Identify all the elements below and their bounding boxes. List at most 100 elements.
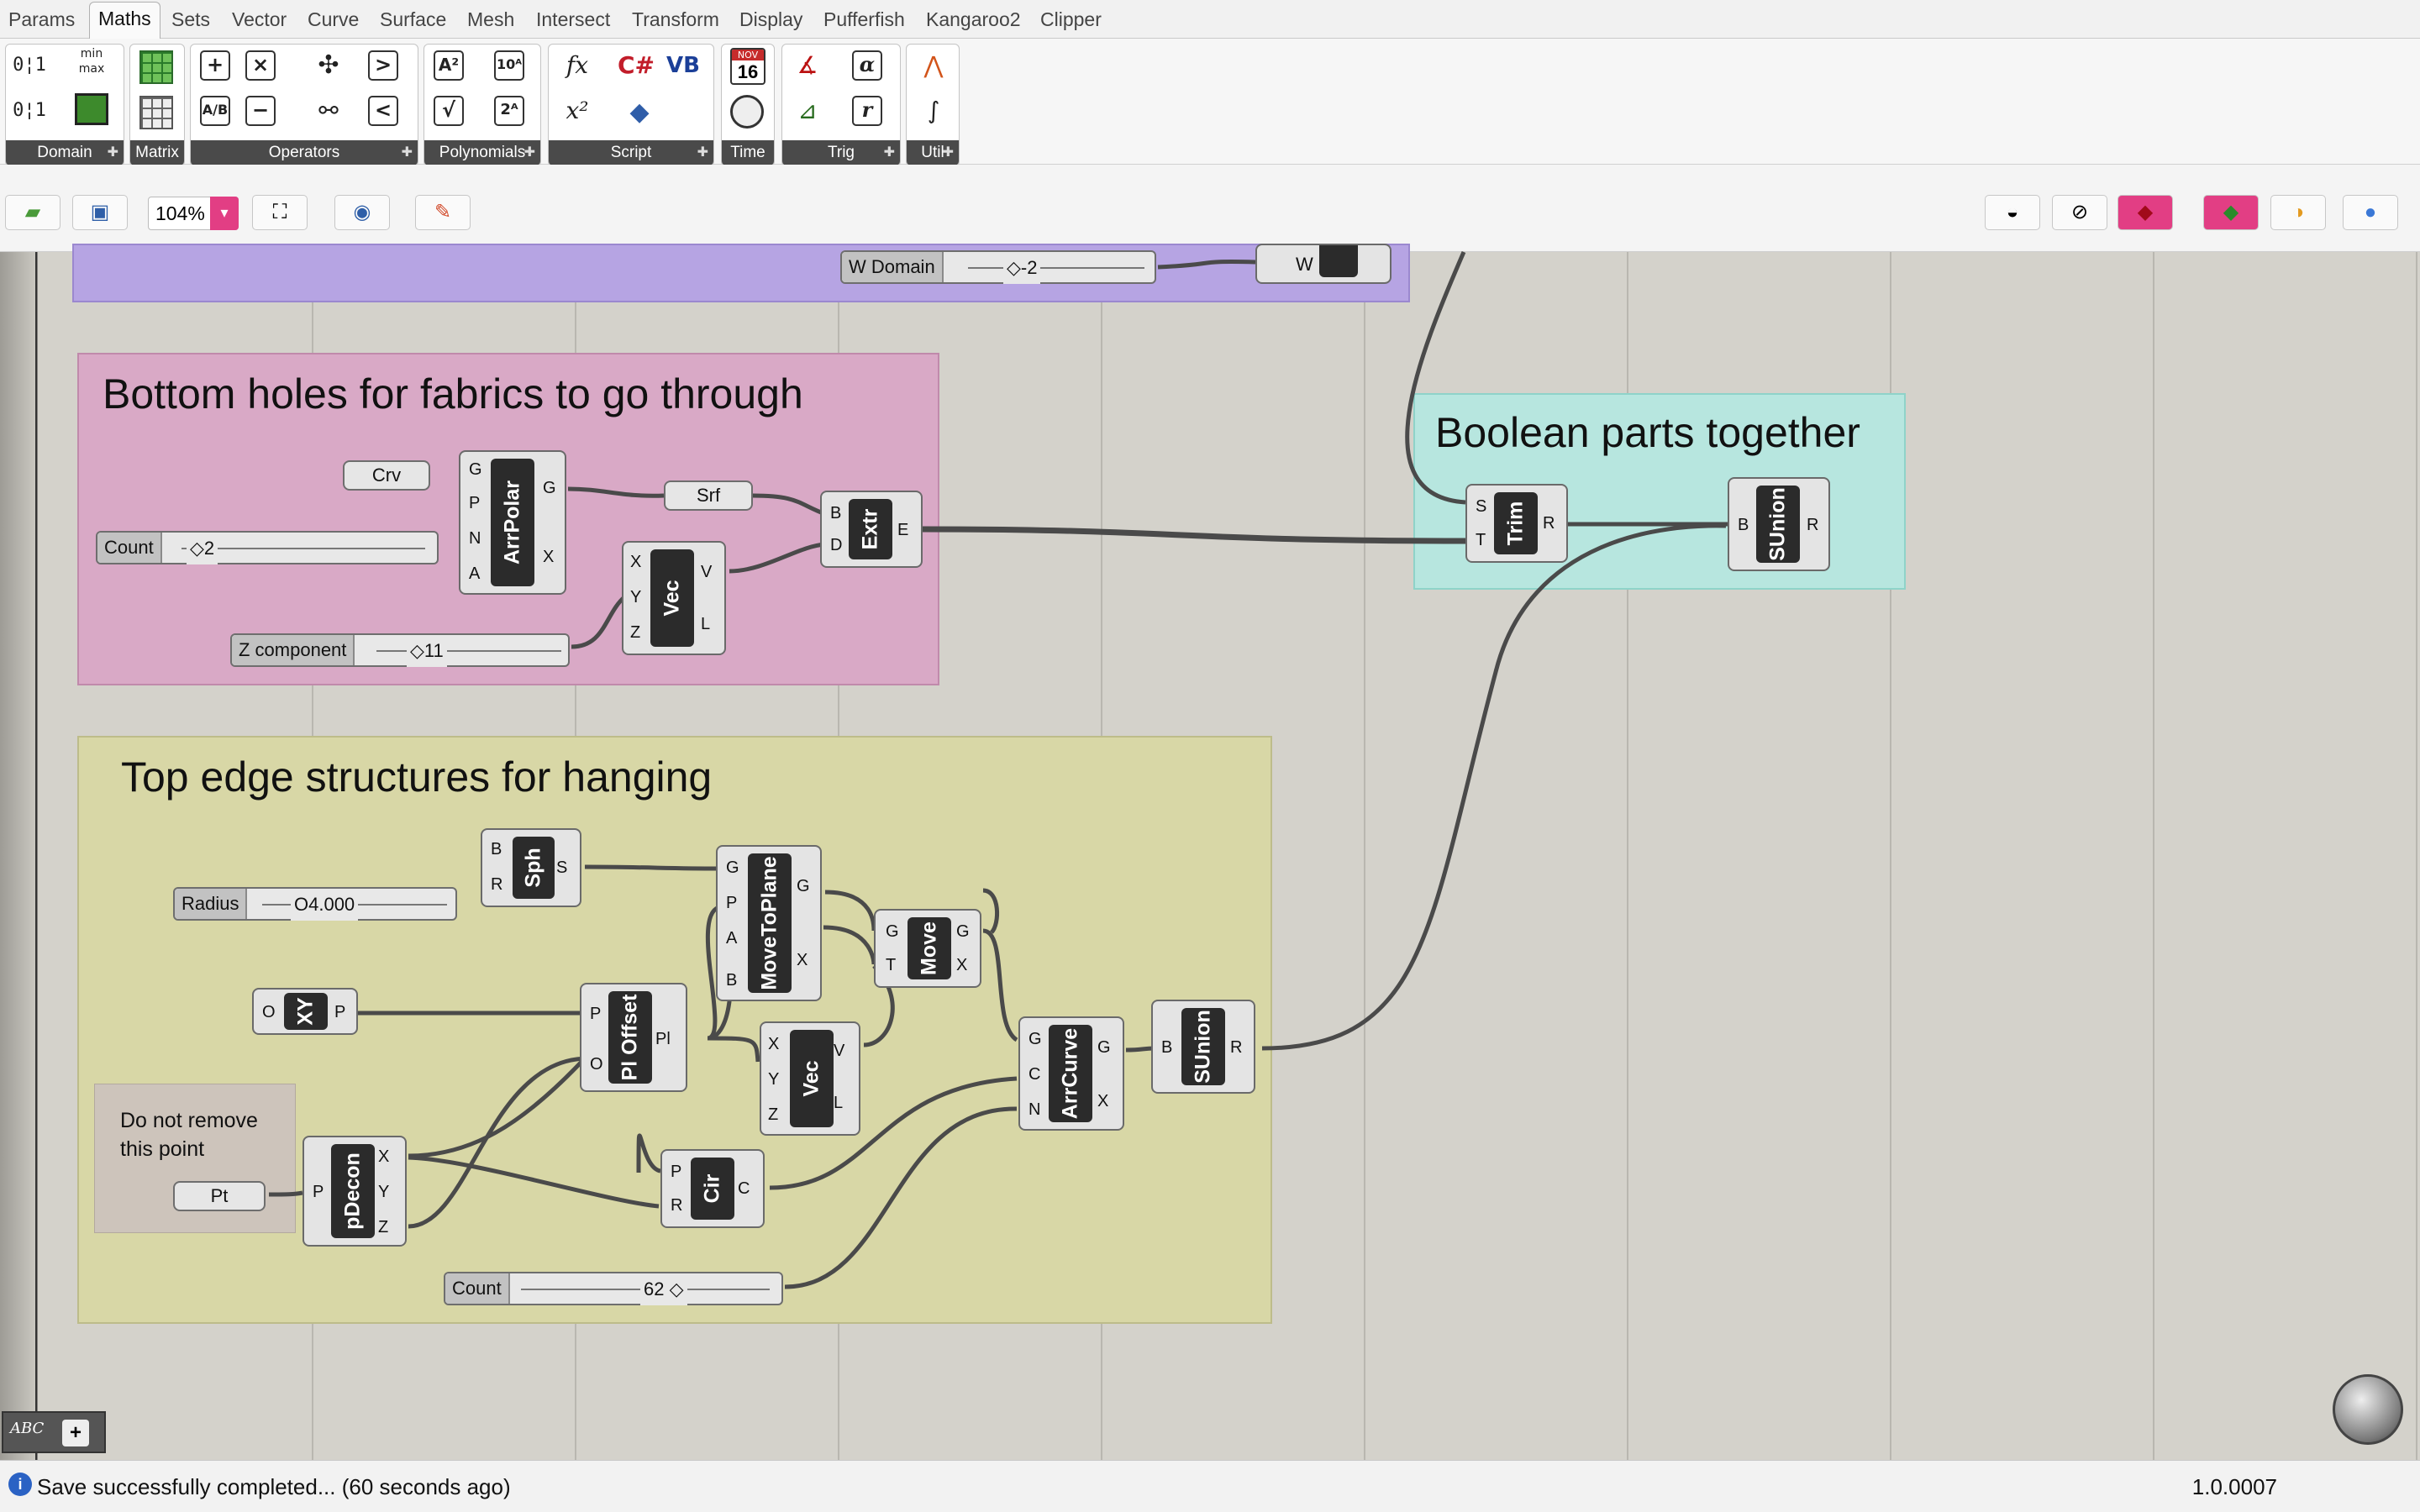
input-g[interactable]: G [469,460,482,480]
input-y[interactable]: Y [630,588,641,607]
document-preview-button[interactable]: ◑ [2270,195,2326,230]
input-b[interactable]: B [1161,1038,1172,1058]
calendar-icon[interactable]: NOV 16 [730,48,765,85]
open-file-button[interactable]: ▰ [5,195,60,230]
output-e[interactable]: E [897,521,908,540]
input-y[interactable]: Y [768,1070,779,1089]
gate-or-icon[interactable]: ⚯ [308,92,349,130]
output-pl[interactable]: Pl [655,1030,671,1049]
slider-track[interactable] [376,650,561,652]
input-p[interactable]: P [726,894,737,913]
input-r[interactable]: R [671,1196,682,1215]
output-x[interactable]: X [1097,1092,1108,1111]
larger-than-icon[interactable]: > [368,50,398,81]
gate-and-icon[interactable]: ✣ [308,46,349,85]
input-o[interactable]: O [262,1003,276,1022]
input-p[interactable]: P [313,1183,324,1202]
degrees-icon[interactable]: α [852,50,882,81]
vb-script-icon[interactable]: VB [663,46,703,85]
ribbon-group-label[interactable]: Domain ✚ [6,140,124,165]
bounds-icon[interactable]: min max [71,46,112,85]
z-component-slider[interactable]: Z component ◇11 [230,633,570,667]
subtraction-icon[interactable]: − [245,96,276,126]
zoom-dropdown-button[interactable]: ▾ [210,197,239,230]
output-r[interactable]: R [1807,516,1818,535]
input-c[interactable]: C [1028,1065,1040,1084]
radians-icon[interactable]: r [852,96,882,126]
movetoplane-component[interactable]: MoveToPlane G P A B G X [716,845,822,1001]
output-g[interactable]: G [797,877,810,896]
pdecon-component[interactable]: pDecon P X Y Z [302,1136,407,1247]
save-file-button[interactable]: ▣ [72,195,128,230]
slider-value[interactable]: 62 ◇ [640,1273,687,1305]
ribbon-group-label[interactable]: Trig ✚ [782,140,900,165]
slider-track[interactable] [968,267,1144,269]
power-icon[interactable]: A² [434,50,464,81]
tab-maths[interactable]: Maths [89,2,160,39]
output-x[interactable]: X [797,951,808,970]
input-a[interactable]: A [469,564,480,584]
arrcurve-component[interactable]: ArrCurve G C N G X [1018,1016,1124,1131]
tab-params[interactable]: Params [8,8,75,31]
matrix-icon[interactable] [139,50,173,84]
input-x[interactable]: X [768,1035,779,1054]
expand-icon[interactable]: ✚ [884,140,895,165]
square-root-icon[interactable]: √ [434,96,464,126]
output-x[interactable]: X [378,1147,389,1167]
output-x[interactable]: X [956,956,967,975]
tab-intersect[interactable]: Intersect [536,8,610,31]
plane-offset-component[interactable]: Pl Offset P O Pl [580,983,687,1092]
navigation-dial-icon[interactable] [2333,1374,2403,1445]
output-x[interactable]: X [543,548,554,567]
tab-vector[interactable]: Vector [232,8,287,31]
slider-track[interactable] [182,548,425,549]
preview-selected-button[interactable]: ◆ [2203,195,2259,230]
input-b[interactable]: B [830,504,841,523]
input-z[interactable]: Z [630,623,640,643]
domain-icon[interactable]: 0¦1 [9,46,50,85]
input-p[interactable]: P [671,1163,681,1182]
w-domain-slider[interactable]: W Domain ◇-2 [840,250,1156,284]
radius-slider[interactable]: Radius O4.000 [173,887,457,921]
vec-component-2[interactable]: Vec X Y Z V L [760,1021,860,1136]
count-slider[interactable]: Count ◇2 [96,531,439,564]
ribbon-group-label[interactable]: Operators ✚ [191,140,418,165]
output-g[interactable]: G [543,479,556,498]
mesh-quality-button[interactable]: ● [2343,195,2398,230]
multiplication-icon[interactable]: × [245,50,276,81]
tab-pufferfish[interactable]: Pufferfish [823,8,905,31]
count-slider-2[interactable]: Count 62 ◇ [444,1272,783,1305]
tab-display[interactable]: Display [739,8,802,31]
output-g[interactable]: G [956,922,970,942]
add-widget-button[interactable]: + [62,1420,89,1446]
input-n[interactable]: N [1028,1100,1040,1120]
ribbon-group-label[interactable]: Script ✚ [549,140,713,165]
output-c[interactable]: C [738,1179,750,1199]
input-x[interactable]: X [630,553,641,572]
input-r[interactable]: R [491,875,502,895]
clock-icon[interactable] [730,95,764,129]
input-b[interactable]: B [491,840,502,859]
output-v[interactable]: V [834,1042,844,1061]
construct-domain-icon[interactable]: 0¦1 [9,92,50,130]
output-z[interactable]: Z [378,1218,388,1237]
division-icon[interactable]: A/B [200,96,230,126]
preview-toggle-button[interactable]: ◉ [334,195,390,230]
python-icon[interactable]: ◆ [619,93,660,132]
input-d[interactable]: D [830,536,842,555]
tab-surface[interactable]: Surface [380,8,446,31]
circle-component[interactable]: Cir P R C [660,1149,765,1228]
triangle-trig-icon[interactable]: ⊿ [787,92,828,130]
sunion-component-2[interactable]: SUnion B R [1151,1000,1255,1094]
arrpolar-component[interactable]: ArrPolar G P N A G X [459,450,566,595]
fuzzy-icon[interactable]: ⋀ [913,46,954,85]
smooth-icon[interactable]: ∫ [913,92,954,130]
output-v[interactable]: V [701,563,712,582]
ribbon-group-label[interactable]: Util ✚ [907,140,959,165]
smaller-than-icon[interactable]: < [368,96,398,126]
srf-param[interactable]: Srf [664,480,753,511]
pt-param[interactable]: Pt [173,1181,266,1211]
input-p[interactable]: P [469,494,480,513]
sunion-component[interactable]: SUnion B R [1728,477,1830,571]
input-o[interactable]: O [590,1055,603,1074]
